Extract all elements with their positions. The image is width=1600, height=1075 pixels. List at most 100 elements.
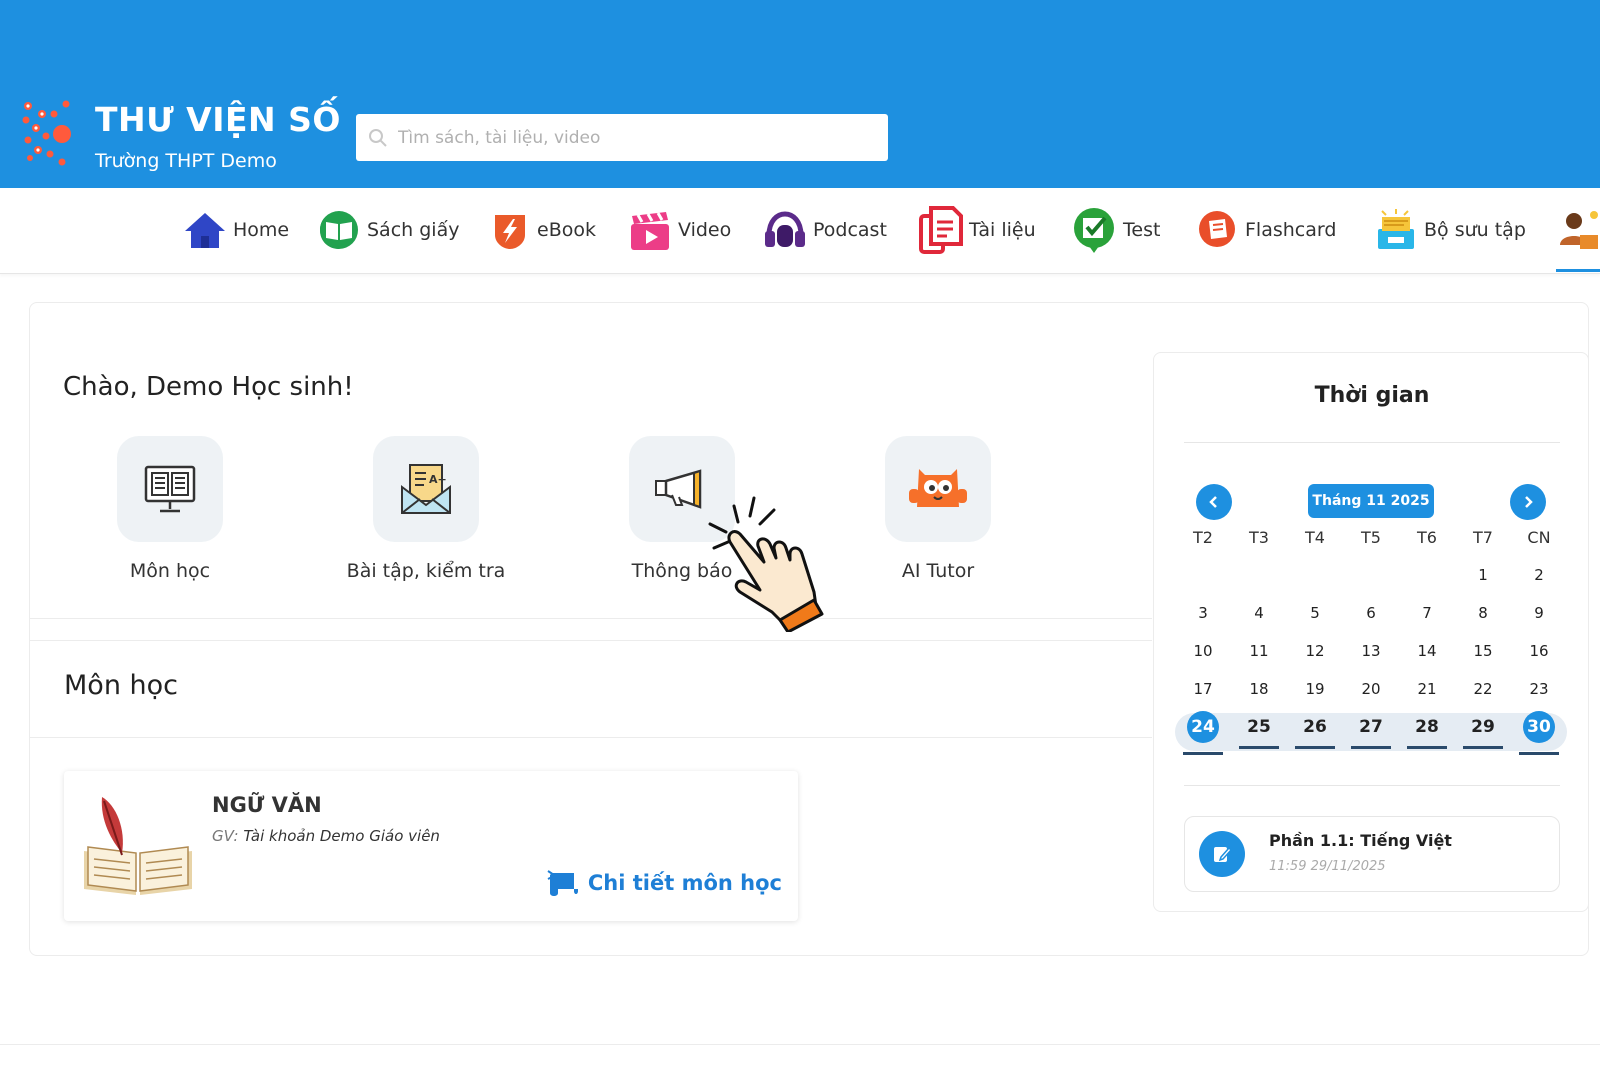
tile-subjects[interactable]: Môn học — [70, 436, 270, 582]
calendar-day[interactable]: 5 — [1287, 604, 1343, 622]
flashcard-icon — [1199, 211, 1235, 247]
tile-icon-box: A+ — [373, 436, 479, 542]
calendar-day[interactable]: 15 — [1455, 642, 1511, 660]
tile-assignments[interactable]: A+ Bài tập, kiểm tra — [326, 436, 526, 582]
calendar-day[interactable]: 17 — [1175, 680, 1231, 698]
logo-icon[interactable] — [18, 96, 78, 170]
calendar-day[interactable]: 21 — [1399, 680, 1455, 698]
nav-item-test[interactable]: Test — [1071, 202, 1160, 258]
tile-label-subjects: Môn học — [129, 560, 211, 582]
tile-ai-tutor[interactable]: AI Tutor — [838, 436, 1038, 582]
nav-label-ebook: eBook — [537, 219, 596, 241]
calendar-day[interactable]: 16 — [1511, 642, 1567, 660]
teacher-name: Tài khoản Demo Giáo viên — [243, 827, 440, 845]
calendar-event-item[interactable]: Phần 1.1: Tiếng Việt 11:59 29/11/2025 — [1184, 816, 1560, 892]
tile-icon-box — [117, 436, 223, 542]
edit-note-icon — [1214, 846, 1233, 862]
nav-item-documents[interactable]: Tài liệu — [919, 202, 1036, 258]
weekday-label: T3 — [1249, 527, 1269, 547]
home-icon — [185, 213, 225, 248]
robot-mascot-icon — [909, 469, 967, 507]
nav-item-home[interactable]: Home — [183, 202, 289, 258]
calendar-month-label[interactable]: Tháng 11 2025 — [1308, 484, 1434, 518]
envelope-homework-icon: A+ — [401, 464, 451, 514]
calendar-day-selected[interactable]: 24 — [1175, 711, 1231, 755]
search-icon — [369, 128, 387, 147]
weekday-label: T6 — [1417, 527, 1437, 547]
calendar-day[interactable]: 19 — [1287, 680, 1343, 698]
calendar-day[interactable]: 11 — [1231, 642, 1287, 660]
calendar-day-selected[interactable]: 25 — [1231, 717, 1287, 749]
subject-teacher: GV: Tài khoản Demo Giáo viên — [212, 827, 440, 845]
greeting-text: Chào, Demo Học sinh! — [63, 372, 354, 402]
weekday-label: T5 — [1361, 527, 1381, 547]
nav-item-profile[interactable] — [1556, 202, 1600, 258]
calendar-day-selected[interactable]: 28 — [1399, 717, 1455, 749]
main-nav: Home Sách giấy eBook Video Podcast Tài l… — [0, 188, 1600, 274]
calendar-day-selected[interactable]: 27 — [1343, 717, 1399, 749]
nav-item-paper-books[interactable]: Sách giấy — [317, 202, 459, 258]
subject-detail-link[interactable]: Chi tiết môn học — [546, 869, 782, 897]
nav-label-video: Video — [678, 219, 732, 241]
ebook-icon — [495, 215, 525, 249]
calendar-day[interactable]: 20 — [1343, 680, 1399, 698]
calendar-day[interactable]: 23 — [1511, 680, 1567, 698]
nav-label-documents: Tài liệu — [969, 219, 1036, 241]
section-divider — [30, 640, 1152, 641]
calendar-prev-button[interactable] — [1196, 484, 1232, 520]
calendar-day-selected[interactable]: 26 — [1287, 717, 1343, 749]
calendar-day[interactable]: 13 — [1343, 642, 1399, 660]
subject-name: NGỮ VĂN — [212, 793, 322, 817]
brand-subtitle: Trường THPT Demo — [95, 150, 277, 172]
subject-card[interactable]: NGỮ VĂN GV: Tài khoản Demo Giáo viên Chi… — [64, 771, 798, 921]
calendar-day[interactable]: 22 — [1455, 680, 1511, 698]
day-number: 24 — [1187, 711, 1219, 743]
calendar-day[interactable]: 2 — [1511, 566, 1567, 584]
tile-label-assignments: Bài tập, kiểm tra — [346, 560, 506, 582]
nav-label-flashcard: Flashcard — [1245, 219, 1337, 241]
test-icon — [1074, 208, 1114, 253]
nav-item-podcast[interactable]: Podcast — [763, 202, 887, 258]
calendar-day[interactable]: 14 — [1399, 642, 1455, 660]
monitor-book-icon — [144, 465, 196, 513]
calendar-week-row: 1 2 — [1175, 556, 1567, 594]
scroll-icon — [547, 870, 578, 896]
weekday-label: T4 — [1305, 527, 1325, 547]
open-book-quill-icon — [84, 797, 192, 895]
book-icon — [320, 211, 358, 249]
weekday-label: CN — [1527, 527, 1551, 547]
nav-item-flashcard[interactable]: Flashcard — [1197, 202, 1336, 258]
search-bar[interactable] — [356, 114, 888, 161]
nav-item-ebook[interactable]: eBook — [489, 202, 596, 258]
nav-item-collection[interactable]: Bộ sưu tập — [1374, 202, 1526, 258]
calendar-divider — [1184, 785, 1560, 786]
footer-divider — [0, 1044, 1600, 1045]
calendar-day[interactable]: 12 — [1287, 642, 1343, 660]
nav-label-podcast: Podcast — [813, 219, 887, 241]
tile-icon-box — [885, 436, 991, 542]
svg-text:A+: A+ — [429, 473, 447, 486]
nav-item-video[interactable]: Video — [628, 202, 731, 258]
calendar-day[interactable]: 10 — [1175, 642, 1231, 660]
calendar-day[interactable]: 18 — [1231, 680, 1287, 698]
calendar-day-selected[interactable]: 29 — [1455, 717, 1511, 749]
calendar-week-row: 17 18 19 20 21 22 23 — [1175, 670, 1567, 708]
section-divider — [30, 737, 1152, 738]
headphones-icon — [765, 211, 805, 247]
nav-label-test: Test — [1123, 219, 1161, 241]
subjects-section-title: Môn học — [64, 670, 178, 701]
search-input[interactable] — [398, 127, 868, 148]
calendar-day[interactable]: 7 — [1399, 604, 1455, 622]
chevron-right-icon — [1525, 496, 1533, 508]
calendar-day[interactable]: 1 — [1455, 566, 1511, 584]
subject-detail-label: Chi tiết môn học — [587, 871, 782, 895]
calendar-next-button[interactable] — [1510, 484, 1546, 520]
calendar-panel: Thời gian Tháng 11 2025 T2 T3 T4 T5 T6 T… — [1153, 352, 1589, 912]
calendar-day-selected[interactable]: 30 — [1511, 711, 1567, 755]
calendar-day[interactable]: 8 — [1455, 604, 1511, 622]
calendar-day[interactable]: 3 — [1175, 604, 1231, 622]
calendar-day[interactable]: 6 — [1343, 604, 1399, 622]
calendar-day[interactable]: 9 — [1511, 604, 1567, 622]
calendar-day[interactable]: 4 — [1231, 604, 1287, 622]
app-header: THƯ VIỆN SỐ Trường THPT Demo — [0, 0, 1600, 188]
